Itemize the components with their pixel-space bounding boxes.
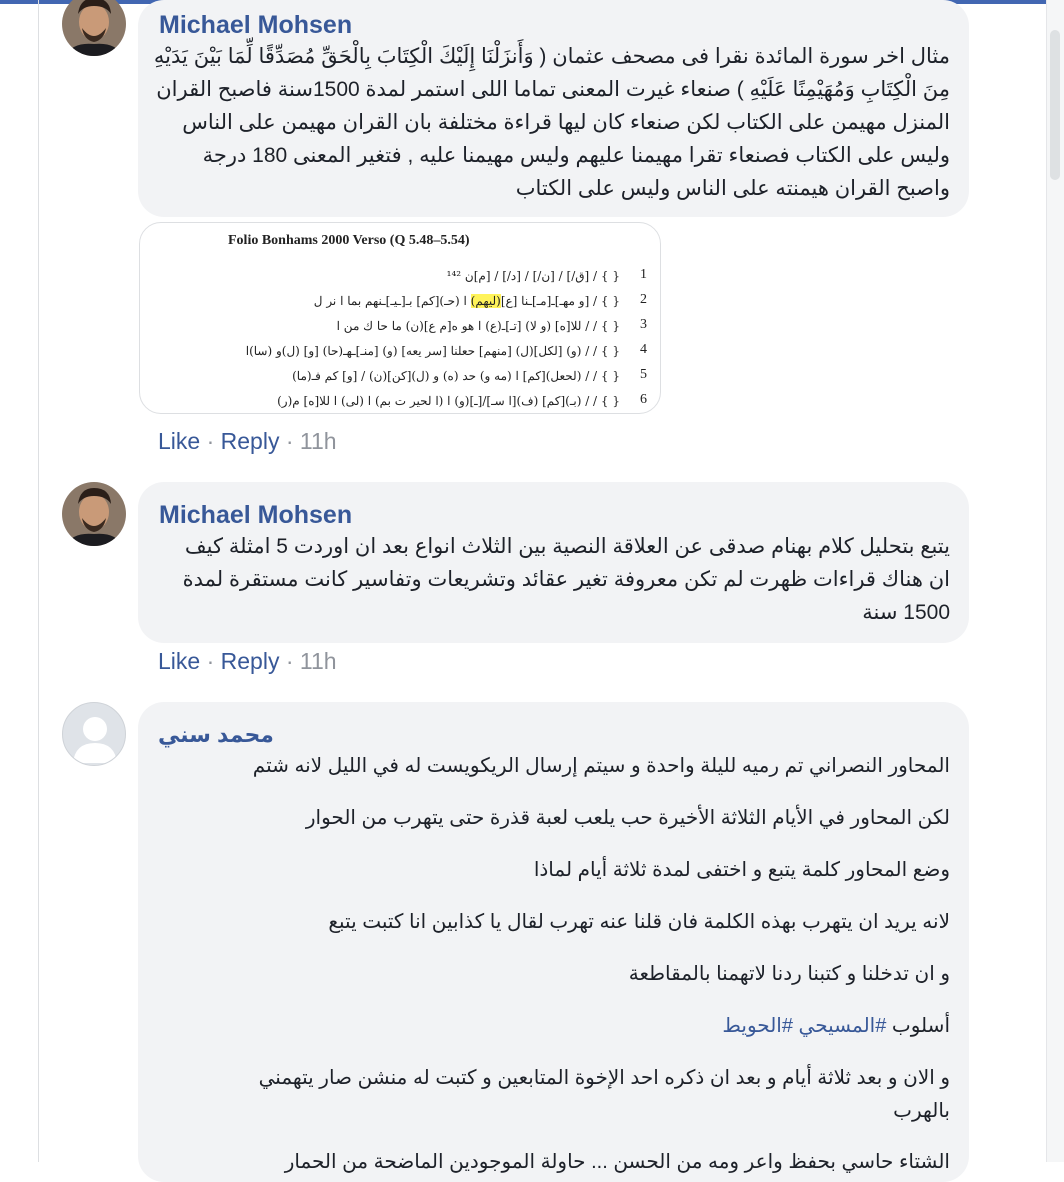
reply-link[interactable]: Reply [221, 428, 280, 454]
highlighted-word: (ليهم) [470, 294, 501, 308]
like-link[interactable]: Like [158, 428, 200, 454]
comment-author[interactable]: محمد سني [158, 720, 274, 750]
line-number: 1 [640, 267, 647, 282]
line-text: { } / / (و) [لكل](ل) [منهم] حعلنا [سر يع… [245, 344, 620, 358]
separator: · [285, 648, 294, 674]
manuscript-line: 3 { } / / للا[ه] (و لا) [تـ]ـ(ع) ا هو ه[… [230, 317, 647, 339]
hashtag-line: أسلوب #المسيحي #الحويط [150, 1010, 950, 1043]
comment-paragraph: لكن المحاور في الأيام الثلاثة الأخيرة حب… [305, 807, 950, 829]
reply-link[interactable]: Reply [221, 648, 280, 674]
timestamp[interactable]: 11h [300, 648, 337, 674]
line-text: { } / / للا[ه] (و لا) [تـ]ـ(ع) ا هو ه[م … [336, 319, 620, 333]
timestamp[interactable]: 11h [300, 428, 337, 454]
attachment-image[interactable]: Folio Bonhams 2000 Verso (Q 5.48–5.54) 1… [139, 222, 661, 414]
line-text: { } / / (بـ)[كم] (ف)[ا سـ]/[ـ](و) ا (ا ل… [277, 394, 620, 408]
hashtag-link[interactable]: #الحويط [722, 1015, 798, 1037]
line-text-part: { } / [و مهـ]ـ[مـ]ـنا [ع] [500, 294, 620, 308]
hashtag-link[interactable]: #المسيحي [799, 1015, 887, 1037]
manuscript-line: 4 { } / / (و) [لكل](ل) [منهم] حعلنا [سر … [230, 342, 647, 364]
avatar[interactable] [62, 0, 126, 56]
avatar[interactable] [62, 482, 126, 546]
comment-paragraph: المحاور النصراني تم رميه لليلة واحدة و س… [252, 755, 950, 777]
comment-actions: Like · Reply · 11h [158, 648, 337, 675]
comment-text: مثال اخر سورة المائدة نقرا فى مصحف عثمان… [153, 45, 950, 200]
comment-actions: Like · Reply · 11h [158, 428, 337, 455]
hashtag-prefix: أسلوب [886, 1015, 950, 1037]
manuscript-line: 1 { } / [ق/] / [ن/] / [د/] / [م]ن ¹⁴² [230, 267, 647, 289]
line-number: 3 [640, 317, 647, 332]
manuscript-line: 6 { } / / (بـ)[كم] (ف)[ا سـ]/[ـ](و) ا (ا… [230, 392, 647, 413]
comment-paragraph: و ان تدخلنا و كتبنا ردنا لاتهمنا بالمقاط… [628, 963, 950, 985]
manuscript-line: 5 { } / / (لحعل)[كم] ا (مه و) حد (ه) و (… [230, 367, 647, 389]
line-text: { } / [و مهـ]ـ[مـ]ـنا [ع](ليهم) ا (حـ)[ك… [314, 294, 620, 308]
scrollbar-thumb[interactable] [1050, 30, 1060, 180]
attachment-title: Folio Bonhams 2000 Verso (Q 5.48–5.54) [228, 233, 470, 248]
line-number: 5 [640, 367, 647, 382]
comment-paragraph: لانه يريد ان يتهرب بهذه الكلمة فان قلنا … [328, 911, 950, 933]
comment-text: يتبع بتحليل كلام بهنام صدقى عن العلاقة ا… [182, 535, 950, 624]
comment-author[interactable]: Michael Mohsen [159, 10, 352, 40]
separator: · [206, 428, 215, 454]
comment-paragraph: و الان و بعد ثلاثة أيام و بعد ان ذكره اح… [258, 1067, 950, 1122]
line-number: 4 [640, 342, 647, 357]
comment-author[interactable]: Michael Mohsen [159, 500, 352, 530]
thread-line [38, 0, 39, 1162]
line-text: { } / [ق/] / [ن/] / [د/] / [م]ن ¹⁴² [446, 269, 620, 283]
separator: · [285, 428, 294, 454]
avatar[interactable] [62, 702, 126, 766]
like-link[interactable]: Like [158, 648, 200, 674]
line-number: 6 [640, 392, 647, 407]
comment-paragraph-cut: الشتاء حاسي بحفظ واعر ومه من الحسن ... ح… [284, 1151, 950, 1173]
manuscript-line: 2 { } / [و مهـ]ـ[مـ]ـنا [ع](ليهم) ا (حـ)… [230, 292, 647, 314]
line-text: { } / / (لحعل)[كم] ا (مه و) حد (ه) و (ل)… [292, 369, 620, 383]
comment-paragraph: وضع المحاور كلمة يتبع و اختفى لمدة ثلاثة… [533, 859, 950, 881]
line-number: 2 [640, 292, 647, 307]
line-text-part: ا (حـ)[كم] بـ[ـيـ]ـنهم بما ا نر ل [313, 294, 467, 308]
separator: · [206, 648, 215, 674]
